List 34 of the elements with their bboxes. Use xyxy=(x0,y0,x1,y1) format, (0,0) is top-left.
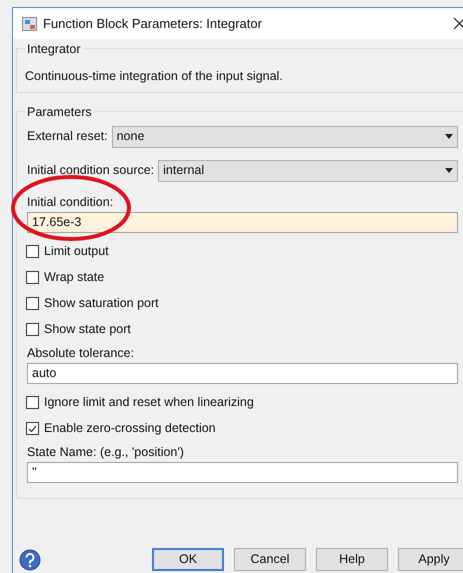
window-title: Function Block Parameters: Integrator xyxy=(43,14,263,33)
field-label: State Name: (e.g., 'position') xyxy=(27,444,185,461)
checkbox[interactable] xyxy=(26,396,39,410)
checkbox[interactable] xyxy=(26,297,39,310)
checkbox[interactable] xyxy=(26,245,39,258)
checkbox[interactable] xyxy=(26,422,39,436)
close-icon[interactable] xyxy=(453,17,463,30)
checkbox-label: Wrap state xyxy=(44,269,104,286)
checkbox-label: Show saturation port xyxy=(44,295,159,312)
dialog-button[interactable]: Help xyxy=(316,548,388,571)
block-diagram-icon xyxy=(22,16,37,30)
field-label: Absolute tolerance: xyxy=(27,344,136,362)
dropdown[interactable]: none xyxy=(112,126,458,148)
dialog-button[interactable]: Apply xyxy=(398,548,463,571)
dialog-button[interactable]: OK xyxy=(152,548,224,571)
caret-icon xyxy=(445,168,453,174)
field-label: Initial condition source: xyxy=(27,162,154,180)
field-label: External reset: xyxy=(27,128,108,146)
dialog-button[interactable]: Cancel xyxy=(234,548,306,571)
field-label: Initial condition: xyxy=(27,194,114,211)
caret-icon xyxy=(445,134,453,140)
check-icon xyxy=(28,424,37,433)
block-description: Continuous-time integration of the input signal. xyxy=(25,68,284,85)
input-field[interactable]: auto xyxy=(27,362,458,384)
checkbox-label: Show state port xyxy=(44,321,131,338)
help-icon[interactable] xyxy=(19,548,41,570)
dropdown[interactable]: internal xyxy=(158,160,458,182)
input-field[interactable]: '' xyxy=(27,462,458,483)
checkbox-label: Enable zero-crossing detection xyxy=(44,420,216,438)
checkbox[interactable] xyxy=(26,271,39,284)
input-field[interactable]: 17.65e-3 xyxy=(27,212,458,233)
checkbox-label: Ignore limit and reset when linearizing xyxy=(44,394,254,412)
checkbox[interactable] xyxy=(26,323,39,336)
checkbox-label: Limit output xyxy=(44,243,109,260)
